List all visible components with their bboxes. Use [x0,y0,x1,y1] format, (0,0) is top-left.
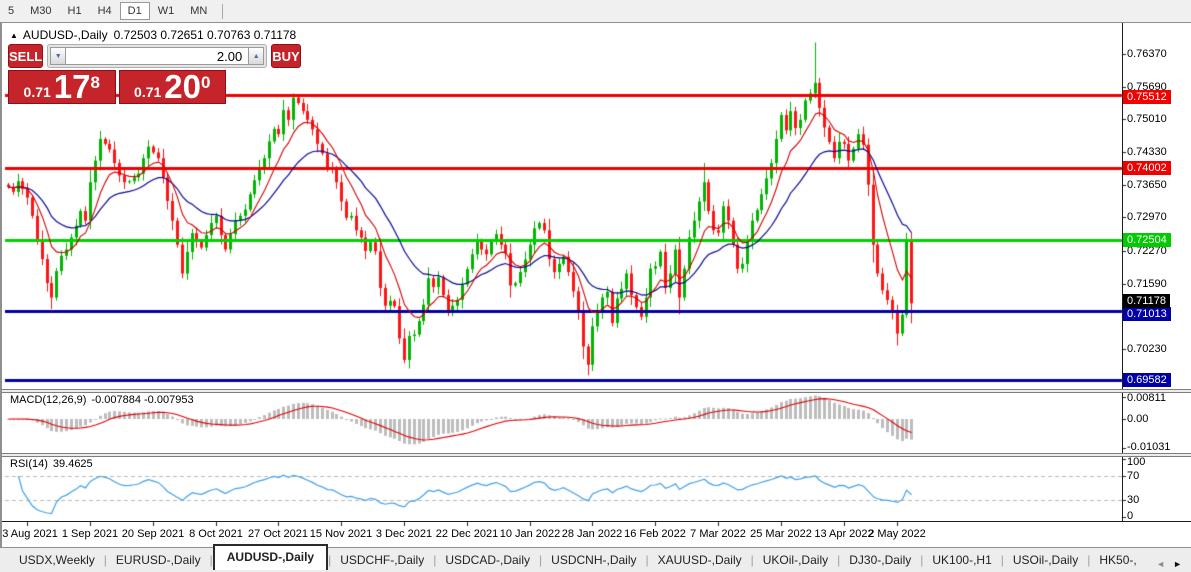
tab-audusd-daily[interactable]: AUDUSD-,Daily [212,544,329,570]
date-axis-label-8-oct-2021: 8 Oct 2021 [189,528,243,540]
window-left-border [0,23,2,572]
macd-axis-label-0-01031: -0.01031 [1127,441,1171,453]
time-axis-line [0,521,1191,522]
triangle-down-icon: ▼ [54,52,62,60]
macd-axis-label-0-00: 0.00 [1127,413,1149,425]
macd-values: -0.007884 -0.007953 [91,394,194,406]
tab-usdcnh-daily[interactable]: USDCNH-,Daily [542,550,645,570]
tab-usdchf-daily[interactable]: USDCHF-,Daily [331,550,433,570]
price-axis-label-0.72504: 0.72504 [1123,233,1171,247]
date-axis-label-3-dec-2021: 3 Dec 2021 [375,528,433,540]
price-axis-label-0.74330: 0.74330 [1127,146,1167,158]
buy-button[interactable]: BUY [271,44,301,68]
buy-price-prefix: 0.71 [134,83,162,100]
price-axis-label-0.74002: 0.74002 [1123,161,1171,175]
timeframe-toolbar: 5 M30 H1 H4 D1 W1 MN [0,0,1191,23]
tab-scroll-right-icon[interactable]: ► [1169,559,1186,569]
date-axis-label-27-oct-2021: 27 Oct 2021 [248,528,308,540]
rsi-axis-label-30: 30 [1127,494,1140,506]
triangle-up-icon: ▲ [252,52,260,60]
volume-decrease-button[interactable]: ▼ [50,47,67,65]
date-axis-label-25-mar-2022: 25 Mar 2022 [750,528,812,540]
chart-title: ▲ AUDUSD-,Daily 0.72503 0.72651 0.70763 0.… [10,28,296,42]
price-axis-label-0.76370: 0.76370 [1127,48,1167,60]
tab-eurusd-daily[interactable]: EURUSD-,Daily [107,550,210,570]
sell-price-big: 17 [53,68,91,105]
rsi-indicator-label: RSI(14) 39.4625 [10,458,93,470]
tab-usdx-weekly[interactable]: USDX,Weekly [10,550,104,570]
chart-symbol-label: AUDUSD-,Daily [22,28,108,42]
macd-name: MACD(12,26,9) [10,394,87,406]
sell-price-box[interactable]: 0.71 17 8 [8,70,116,104]
buy-price-box[interactable]: 0.71 20 0 [118,68,226,105]
price-axis-label-0.75010: 0.75010 [1127,113,1167,125]
date-axis-label-10-jan-2022: 10 Jan 2022 [499,528,561,540]
rsi-name: RSI(14) [10,458,48,470]
tab-hk50[interactable]: HK50-, [1090,550,1145,570]
chart-ohlc-values: 0.72503 0.72651 0.70763 0.71178 [113,28,297,42]
date-axis-label-16-feb-2022: 16 Feb 2022 [624,528,686,540]
date-axis-label-7-mar-2022: 7 Mar 2022 [690,528,746,540]
tab-scroll-left-icon[interactable]: ◄ [1152,559,1169,569]
date-axis-label-20-sep-2021: 20 Sep 2021 [121,528,185,540]
timeframe-button-w1[interactable]: W1 [150,2,183,20]
date-axis-label-13-apr-2022: 13 Apr 2022 [814,528,874,540]
one-click-trading-panel: SELL ▼ ▲ BUY 0.71178 0.71200 [8,44,301,105]
collapse-arrow-icon[interactable]: ▲ [10,31,18,40]
tab-ukoil-daily[interactable]: UKOil-,Daily [754,550,837,570]
pane-separator-rsi[interactable] [0,453,1191,457]
sell-button[interactable]: SELL [8,44,44,68]
sell-price-prefix: 0.71 [23,83,51,100]
date-axis-label-15-nov-2021: 15 Nov 2021 [309,528,373,540]
volume-input[interactable] [66,47,249,65]
tab-scroll-buttons: ◄ ► [1152,554,1186,572]
pane-separator-macd[interactable] [0,389,1191,393]
rsi-axis-label-100: 100 [1127,456,1146,468]
price-axis-label-0.71013: 0.71013 [1123,307,1171,321]
trading-terminal-window: { "toolbar": { "timeframes": [ {"label":… [0,0,1191,572]
timeframe-button-m30[interactable]: M30 [22,2,59,20]
timeframe-button-h1[interactable]: H1 [60,2,90,20]
rsi-value: 39.4625 [52,458,93,470]
buy-price-sup: 0 [201,73,211,92]
sell-price-sup: 8 [90,73,100,92]
timeframe-button-h4[interactable]: H4 [90,2,120,20]
volume-stepper: ▼ ▲ [47,44,268,68]
tab-usdcad-daily[interactable]: USDCAD-,Daily [436,550,539,570]
tab-dj30-daily[interactable]: DJ30-,Daily [840,550,920,570]
volume-increase-button[interactable]: ▲ [248,47,265,65]
macd-indicator-label: MACD(12,26,9) -0.007884 -0.007953 [10,394,194,406]
price-axis-label-0.70230: 0.70230 [1127,343,1167,355]
date-axis-label-13-aug-2021: 13 Aug 2021 [0,528,58,540]
macd-axis-label-0-00811: 0.00811 [1127,392,1166,404]
timeframe-button-5[interactable]: 5 [0,2,22,20]
timeframe-button-mn[interactable]: MN [182,2,215,20]
tab-usoil-daily[interactable]: USOil-,Daily [1004,550,1087,570]
chart-tab-bar: USDX,Weekly | EURUSD-,Daily | AUDUSD-,Daily |… [0,544,1191,572]
date-axis-label-2-may-2022: 2 May 2022 [868,528,926,540]
toolbar-separator [222,3,224,19]
date-axis-label-1-sep-2021: 1 Sep 2021 [61,528,119,540]
price-axis-label-0.71178: 0.71178 [1123,294,1170,308]
tab-uk100-h1[interactable]: UK100-,H1 [923,550,1000,570]
buy-price-big: 20 [164,68,201,105]
price-axis-label-0.72970: 0.72970 [1127,211,1167,223]
date-axis-label-28-jan-2022: 28 Jan 2022 [561,528,623,540]
price-axis-label-0.71590: 0.71590 [1127,278,1167,290]
rsi-axis-label-70: 70 [1127,470,1140,482]
price-axis-label-0.75512: 0.75512 [1123,90,1171,104]
tab-xauusd-daily[interactable]: XAUUSD-,Daily [649,550,751,570]
price-axis-label-0.73650: 0.73650 [1127,179,1167,191]
date-axis-label-22-dec-2021: 22 Dec 2021 [435,528,499,540]
timeframe-button-d1[interactable]: D1 [119,2,150,20]
price-axis-label-0.69582: 0.69582 [1123,373,1171,387]
